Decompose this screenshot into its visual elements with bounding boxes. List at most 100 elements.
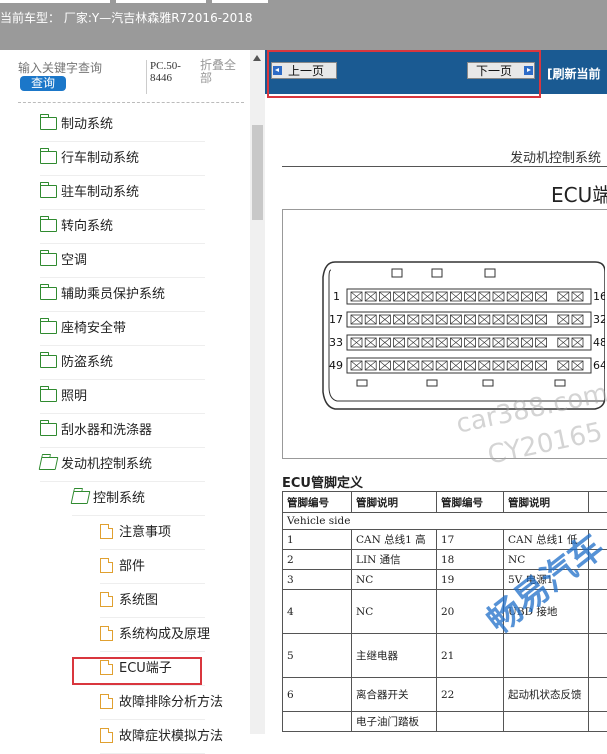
table-cell: 2 bbox=[283, 550, 352, 570]
pin-cross bbox=[450, 338, 461, 347]
table-cell bbox=[589, 712, 607, 732]
doc-section-header: 发动机控制系统 bbox=[510, 147, 601, 166]
scrollbar-thumb[interactable] bbox=[252, 125, 263, 220]
collapse-all-button[interactable]: 折叠全部 bbox=[200, 59, 240, 85]
tree-item[interactable]: 照明 bbox=[40, 380, 245, 414]
document-view: 发动机控制系统 ECU端 1 16 17 32 33 48 49 64 car3… bbox=[265, 94, 607, 734]
pin-cross bbox=[558, 338, 569, 347]
tree-item[interactable]: 控制系统 bbox=[72, 482, 245, 516]
pin-cross bbox=[521, 361, 532, 370]
doc-title: ECU端 bbox=[551, 179, 607, 208]
table-row: 5主继电器21 bbox=[283, 634, 607, 678]
tree-item[interactable]: 防盗系统 bbox=[40, 346, 245, 380]
pin-cross bbox=[379, 361, 390, 370]
tree-item-label: 制动系统 bbox=[61, 117, 113, 132]
table-cell bbox=[589, 634, 607, 678]
document-icon bbox=[100, 524, 113, 539]
tree-item[interactable]: 转向系统 bbox=[40, 210, 245, 244]
pin-cross bbox=[379, 338, 390, 347]
tree-item-label: 转向系统 bbox=[61, 219, 113, 234]
tab-sliver bbox=[212, 0, 268, 3]
top-bar: 当前车型： 厂家:Y—汽吉林森雅R72016-2018 bbox=[0, 0, 607, 50]
folder-icon bbox=[40, 219, 57, 232]
column-header: 管脚说明 bbox=[504, 492, 589, 513]
table-cell bbox=[504, 712, 589, 732]
refresh-current-button[interactable]: [刷新当前 bbox=[547, 65, 601, 82]
pin-cross bbox=[394, 292, 405, 301]
tree-item[interactable]: 发动机控制系统 bbox=[40, 448, 245, 482]
pin-cross bbox=[479, 338, 490, 347]
pin-cross bbox=[479, 292, 490, 301]
pin-rows bbox=[347, 289, 591, 373]
folder-icon bbox=[40, 151, 57, 164]
pin-cross bbox=[558, 292, 569, 301]
pin-label-33: 33 bbox=[329, 336, 343, 349]
folder-icon bbox=[40, 117, 57, 130]
pin-cross bbox=[465, 315, 476, 324]
folder-icon bbox=[40, 287, 57, 300]
table-cell bbox=[437, 712, 504, 732]
scroll-up-icon[interactable] bbox=[253, 55, 261, 61]
folder-icon bbox=[40, 185, 57, 198]
pin-cross bbox=[379, 292, 390, 301]
tree-item[interactable]: 驻车制动系统 bbox=[40, 176, 245, 210]
tree-item-label: 系统构成及原理 bbox=[119, 627, 210, 642]
document-icon bbox=[100, 592, 113, 607]
column-header: 管脚说明 bbox=[352, 492, 437, 513]
current-vehicle-label: 当前车型： 厂家:Y—汽吉林森雅R72016-2018 bbox=[0, 9, 253, 26]
pin-cross bbox=[450, 292, 461, 301]
pin-row-frame bbox=[347, 358, 591, 373]
pin-cross bbox=[521, 338, 532, 347]
pin-cross bbox=[558, 315, 569, 324]
tree-item[interactable]: 系统图 bbox=[100, 584, 245, 618]
pin-cross bbox=[536, 315, 547, 324]
tree-item[interactable]: 辅助乘员保护系统 bbox=[40, 278, 245, 312]
document-icon bbox=[100, 728, 113, 743]
folder-icon bbox=[40, 355, 57, 368]
table-header-row: 管脚编号 管脚说明 管脚编号 管脚说明 bbox=[283, 492, 607, 513]
tree-item[interactable]: 注意事项 bbox=[100, 516, 245, 550]
pin-cross bbox=[379, 315, 390, 324]
vertical-scrollbar[interactable] bbox=[250, 50, 265, 734]
tree-item-label: 照明 bbox=[61, 389, 87, 404]
pin-cross bbox=[572, 361, 583, 370]
pin-cross bbox=[365, 292, 376, 301]
tree-item[interactable]: 制动系统 bbox=[40, 108, 245, 142]
tree-item[interactable]: 座椅安全带 bbox=[40, 312, 245, 346]
tree-item[interactable]: 故障症状模拟方法 bbox=[100, 720, 245, 754]
tree-item-label: 行车制动系统 bbox=[61, 151, 139, 166]
tree-item[interactable]: 部件 bbox=[100, 550, 245, 584]
table-cell: 3 bbox=[283, 570, 352, 590]
tree-item[interactable]: 刮水器和洗涤器 bbox=[40, 414, 245, 448]
pin-cross bbox=[572, 338, 583, 347]
tree-item[interactable]: 行车制动系统 bbox=[40, 142, 245, 176]
pin-cross bbox=[465, 361, 476, 370]
pin-cross bbox=[493, 361, 504, 370]
pin-label-16: 16 bbox=[593, 290, 605, 303]
table-cell bbox=[504, 634, 589, 678]
table-row: 6离合器开关22起动机状态反馈 bbox=[283, 678, 607, 712]
pin-cross bbox=[507, 292, 518, 301]
pin-cross bbox=[507, 315, 518, 324]
tree-item[interactable]: 空调 bbox=[40, 244, 245, 278]
table-cell: LIN 通信 bbox=[352, 550, 437, 570]
pin-cross bbox=[521, 315, 532, 324]
tree-item[interactable]: 系统构成及原理 bbox=[100, 618, 245, 652]
folder-open-icon bbox=[39, 457, 59, 470]
pin-cross bbox=[558, 361, 569, 370]
tree-item-label: 系统图 bbox=[119, 593, 158, 608]
table-cell: 5 bbox=[283, 634, 352, 678]
tree-item[interactable]: 故障排除分析方法 bbox=[100, 686, 245, 720]
table-cell: 离合器开关 bbox=[352, 678, 437, 712]
search-button[interactable]: 查询 bbox=[20, 76, 66, 91]
table-group-row: Vehicle side bbox=[283, 513, 607, 530]
table-cell: 4 bbox=[283, 590, 352, 634]
search-input[interactable] bbox=[18, 60, 138, 76]
pin-cross bbox=[521, 292, 532, 301]
pin-cross bbox=[365, 361, 376, 370]
folder-icon bbox=[40, 321, 57, 334]
table-cell: 17 bbox=[437, 530, 504, 550]
pin-cross bbox=[408, 361, 419, 370]
tree-item-label: 刮水器和洗涤器 bbox=[61, 423, 152, 438]
tab-sliver bbox=[0, 0, 110, 3]
